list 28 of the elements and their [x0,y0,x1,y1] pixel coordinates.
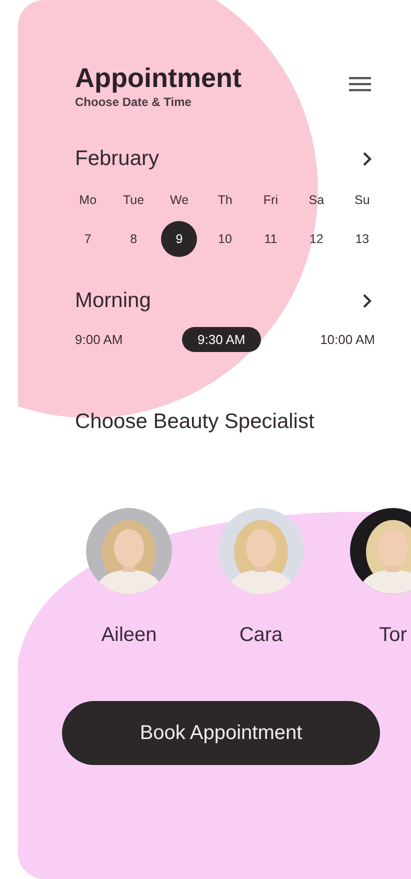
page-title: Appointment [75,62,242,94]
weekday-label: Fri [263,193,278,207]
chevron-right-icon[interactable] [362,151,372,167]
specialist-name: Tor [379,624,407,647]
weekday-label: Tue [123,193,144,207]
date-cell[interactable]: 8 [116,221,152,257]
date-cell[interactable]: 10 [206,221,243,257]
time-slot[interactable]: 10:00 AM [320,327,375,352]
date-cell[interactable]: 12 [298,221,334,257]
specialist-name: Aileen [101,624,157,647]
section-heading: Choose Beauty Specialist [75,410,316,434]
date-cell[interactable]: 13 [344,221,380,257]
date-cell[interactable]: 11 [252,221,289,257]
date-cell[interactable]: 7 [70,221,106,257]
specialist-name: Cara [239,624,283,647]
chevron-right-icon[interactable] [362,293,372,309]
month-label: February [75,147,160,171]
weekday-label: Sa [308,193,324,207]
time-slot[interactable]: 9:00 AM [75,327,123,352]
book-appointment-button[interactable]: Book Appointment [62,701,380,765]
weekday-label: Th [218,193,232,207]
period-label: Morning [75,289,151,313]
weekday-label: Mo [79,193,97,207]
weekday-label: Su [354,193,370,207]
time-slot[interactable]: 9:30 AM [182,327,262,352]
weekday-label: We [170,193,189,207]
page-subtitle: Choose Date & Time [75,95,192,109]
menu-icon[interactable] [349,76,371,92]
